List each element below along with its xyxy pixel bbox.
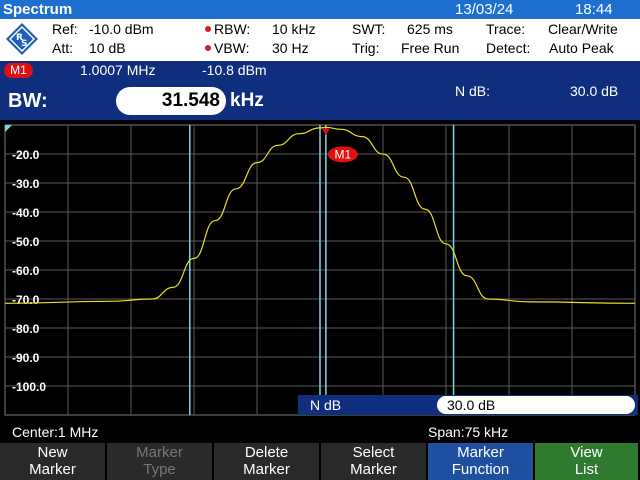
- spectrum-plot[interactable]: -20.0 -30.0 -40.0 -50.0 -60.0 -70.0 -80.0 -90.0…: [0, 120, 640, 425]
- bw-value-field[interactable]: 31.548: [116, 87, 226, 115]
- marker-frequency: 1.0007 MHz: [80, 62, 156, 78]
- vbw-coupling-dot-icon: [205, 45, 211, 51]
- trig-label: Trig:: [352, 40, 380, 56]
- softkey-label: Marker: [136, 444, 183, 461]
- y-tick-label: -30.0: [12, 177, 40, 191]
- att-label: Att:: [52, 40, 74, 56]
- vbw-setting[interactable]: VBW:: [205, 40, 250, 56]
- delete-marker-softkey[interactable]: Delete Marker: [214, 443, 319, 480]
- rbw-value[interactable]: 10 kHz: [272, 21, 316, 37]
- marker-level: -10.8 dBm: [202, 62, 267, 78]
- marker-m1-label: M1: [335, 147, 352, 161]
- softkey-label: Type: [143, 461, 176, 478]
- select-marker-softkey[interactable]: Select Marker: [321, 443, 426, 480]
- softkey-label: New: [37, 444, 68, 461]
- softkey-bar: New Marker Marker Type Delete Marker Sel…: [0, 443, 640, 480]
- marker-readout-bar: M1 1.0007 MHz -10.8 dBm: [0, 61, 640, 81]
- new-marker-softkey[interactable]: New Marker: [0, 443, 105, 480]
- softkey-label: Select: [352, 444, 395, 461]
- rbw-coupling-dot-icon: [205, 26, 211, 32]
- swt-value[interactable]: 625 ms: [407, 21, 453, 37]
- spectrum-chart[interactable]: -20.0 -30.0 -40.0 -50.0 -60.0 -70.0 -80.0 -90.0…: [0, 120, 640, 425]
- trace-label: Trace:: [486, 21, 526, 37]
- marker-m1-pointer-icon: [321, 128, 330, 136]
- att-value[interactable]: 10 dB: [89, 40, 126, 56]
- span-readout: Span:75 kHz: [428, 424, 509, 440]
- ndb-input-label: N dB: [310, 397, 342, 413]
- ndb-input-field[interactable]: 30.0 dB: [437, 396, 635, 414]
- bw-label: BW:: [8, 90, 48, 112]
- y-tick-label: -20.0: [12, 148, 40, 162]
- marker-badge[interactable]: M1: [4, 63, 33, 78]
- trace-indicator-icon: [5, 125, 12, 132]
- ref-value[interactable]: -10.0 dBm: [89, 21, 154, 37]
- vbw-value[interactable]: 30 Hz: [272, 40, 309, 56]
- swt-label: SWT:: [352, 21, 386, 37]
- softkey-label: List: [574, 461, 599, 478]
- detect-label: Detect:: [486, 40, 531, 56]
- rbw-setting[interactable]: RBW:: [205, 21, 250, 37]
- detect-value[interactable]: Auto Peak: [549, 40, 614, 56]
- trig-value[interactable]: Free Run: [401, 40, 459, 56]
- ndb-label: N dB:: [455, 83, 491, 99]
- softkey-label: Marker: [29, 461, 76, 478]
- view-list-softkey[interactable]: View List: [535, 443, 638, 480]
- softkey-label: Marker: [243, 461, 290, 478]
- y-tick-label: -70.0: [12, 293, 40, 307]
- ndb-value: 30.0 dB: [570, 83, 619, 99]
- rs-logo-icon: R S: [6, 23, 38, 55]
- softkey-label: Function: [451, 461, 510, 478]
- y-tick-label: -100.0: [12, 380, 46, 394]
- trace-value[interactable]: Clear/Write: [548, 21, 618, 37]
- ndb-input-box[interactable]: N dB 30.0 dB: [298, 395, 638, 415]
- status-bar: Center:1 MHz Span:75 kHz: [0, 423, 640, 443]
- ref-label: Ref:: [52, 21, 78, 37]
- time-readout: 18:44: [575, 1, 613, 18]
- y-tick-label: -60.0: [12, 264, 40, 278]
- title-bar: Spectrum 13/03/24 18:44: [0, 0, 640, 19]
- softkey-label: View: [570, 444, 603, 461]
- settings-panel: R S Ref: -10.0 dBm Att: 10 dB RBW: 10 kH…: [0, 19, 640, 61]
- marker-function-softkey[interactable]: Marker Function: [428, 443, 533, 480]
- y-tick-label: -40.0: [12, 206, 40, 220]
- softkey-label: Marker: [457, 444, 504, 461]
- center-frequency: Center:1 MHz: [12, 424, 99, 440]
- bw-unit: kHz: [230, 90, 264, 111]
- bandwidth-readout: BW: 31.548 kHz N dB: 30.0 dB: [0, 81, 640, 120]
- rbw-label: RBW:: [214, 21, 251, 37]
- softkey-label: Delete: [244, 444, 289, 461]
- marker-type-softkey[interactable]: Marker Type: [107, 443, 212, 480]
- y-tick-label: -80.0: [12, 322, 40, 336]
- y-tick-label: -50.0: [12, 235, 40, 249]
- date-readout: 13/03/24: [455, 1, 514, 18]
- softkey-label: Marker: [350, 461, 397, 478]
- vbw-label: VBW:: [214, 40, 250, 56]
- svg-text:S: S: [21, 39, 27, 49]
- app-title: Spectrum: [3, 1, 73, 18]
- y-tick-label: -90.0: [12, 351, 40, 365]
